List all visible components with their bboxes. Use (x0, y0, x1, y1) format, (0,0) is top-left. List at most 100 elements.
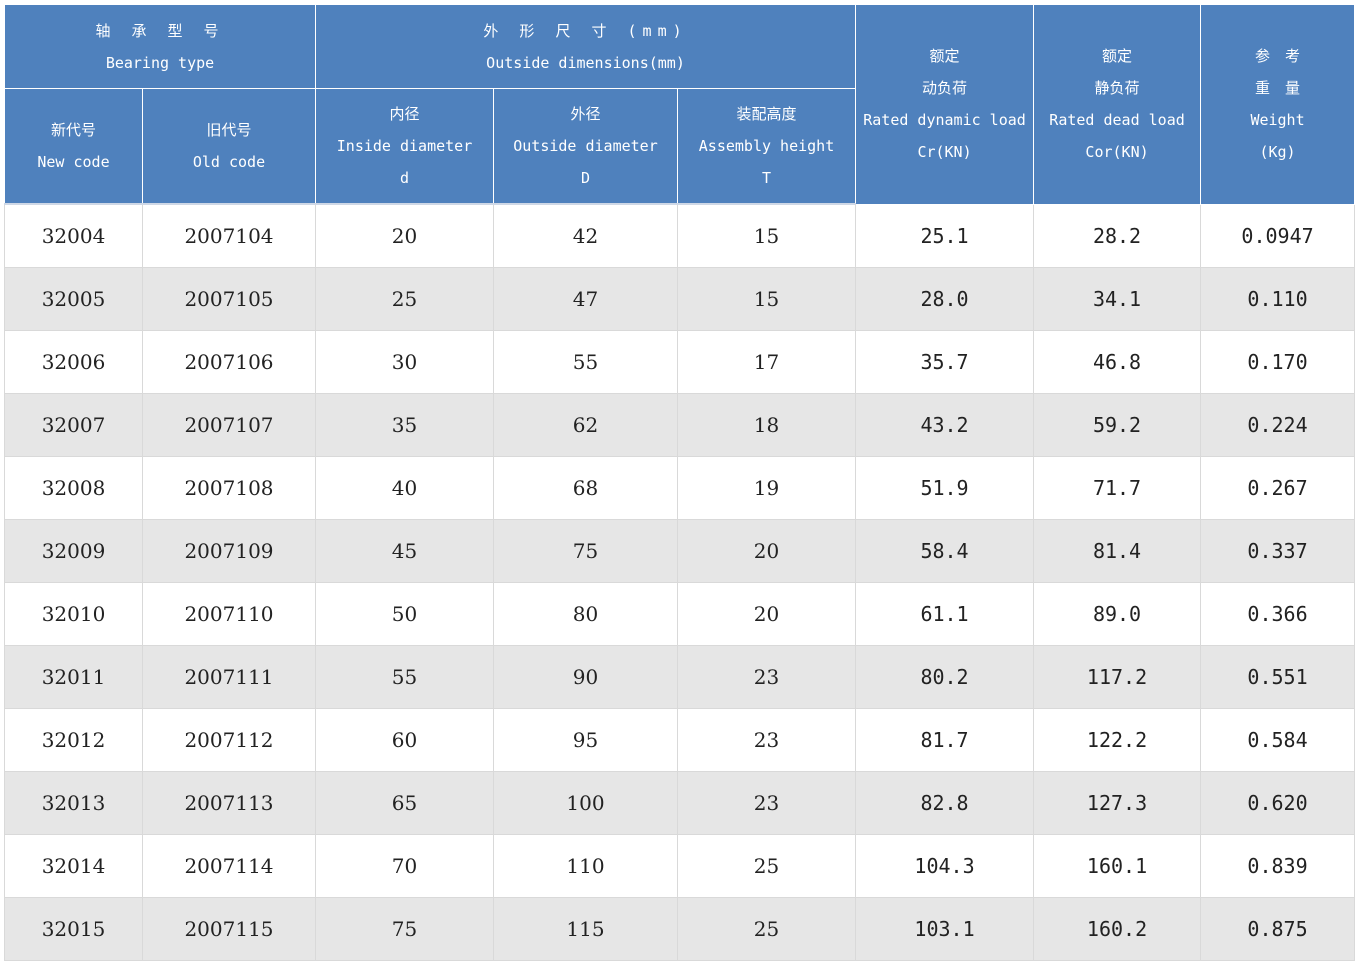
cell-new-code: 32015 (4, 897, 143, 961)
old-code-en: Old code (192, 153, 266, 171)
cell-weight: 0.267 (1200, 456, 1356, 520)
cell-old-code: 2007107 (142, 393, 316, 457)
cell-old-code: 2007108 (142, 456, 316, 520)
cell-dynamic-load: 58.4 (855, 519, 1035, 583)
cell-assembly-height: 25 (676, 834, 857, 898)
cell-dynamic-load: 43.2 (855, 393, 1035, 457)
cell-dead-load: 28.2 (1033, 203, 1202, 268)
cell-inside-diameter: 40 (315, 456, 494, 520)
cell-new-code: 32008 (4, 456, 143, 520)
cell-new-code: 32014 (4, 834, 143, 898)
cell-inside-diameter: 25 (315, 267, 494, 331)
inside-cn: 内径 (389, 105, 420, 123)
dynamic-unit: Cr(KN) (917, 143, 972, 162)
cell-new-code: 32012 (4, 708, 143, 772)
cell-dynamic-load: 81.7 (855, 708, 1035, 772)
cell-old-code: 2007106 (142, 330, 316, 394)
cell-inside-diameter: 30 (315, 330, 494, 394)
table-row: 32014 2007114 70 110 25 104.3 160.1 0.839 (4, 834, 1356, 898)
dynamic-cn1: 额定 (929, 47, 960, 66)
header-bearing-type: 轴 承 型 号 Bearing type (4, 4, 316, 89)
table-row: 32006 2007106 30 55 17 35.7 46.8 0.170 (4, 330, 1356, 394)
outside-en: Outside diameter (513, 137, 658, 155)
assembly-en: Assembly height (698, 137, 835, 155)
cell-dead-load: 71.7 (1033, 456, 1202, 520)
cell-outside-diameter: 47 (493, 267, 678, 331)
inside-en: Inside diameter (336, 137, 473, 155)
header-old-code: 旧代号 Old code (142, 88, 316, 205)
cell-outside-diameter: 90 (493, 645, 678, 709)
cell-inside-diameter: 75 (315, 897, 494, 961)
header-outside-diameter: 外径 Outside diameter D (493, 88, 678, 205)
static-cn2: 静负荷 (1094, 79, 1140, 98)
cell-inside-diameter: 20 (315, 203, 494, 268)
dynamic-cn2: 动负荷 (922, 79, 968, 98)
cell-weight: 0.366 (1200, 582, 1356, 646)
cell-outside-diameter: 80 (493, 582, 678, 646)
dynamic-en: Rated dynamic load (863, 111, 1026, 130)
table-row: 32010 2007110 50 80 20 61.1 89.0 0.366 (4, 582, 1356, 646)
cell-dynamic-load: 104.3 (855, 834, 1035, 898)
cell-inside-diameter: 70 (315, 834, 494, 898)
cell-assembly-height: 19 (676, 456, 857, 520)
table-row: 32012 2007112 60 95 23 81.7 122.2 0.584 (4, 708, 1356, 772)
weight-unit: (Kg) (1259, 143, 1296, 162)
cell-assembly-height: 18 (676, 393, 857, 457)
cell-weight: 0.0947 (1200, 203, 1356, 268)
cell-old-code: 2007105 (142, 267, 316, 331)
cell-outside-diameter: 100 (493, 771, 678, 835)
cell-assembly-height: 25 (676, 897, 857, 961)
weight-cn1: 参 考 (1255, 47, 1301, 66)
cell-assembly-height: 15 (676, 267, 857, 331)
bearing-type-cn: 轴 承 型 号 (95, 21, 225, 40)
cell-old-code: 2007104 (142, 203, 316, 268)
cell-outside-diameter: 110 (493, 834, 678, 898)
cell-outside-diameter: 95 (493, 708, 678, 772)
cell-outside-diameter: 55 (493, 330, 678, 394)
cell-outside-diameter: 68 (493, 456, 678, 520)
cell-assembly-height: 20 (676, 519, 857, 583)
static-cn1: 额定 (1102, 47, 1133, 66)
cell-assembly-height: 17 (676, 330, 857, 394)
cell-new-code: 32004 (4, 203, 143, 268)
cell-dead-load: 46.8 (1033, 330, 1202, 394)
cell-outside-diameter: 115 (493, 897, 678, 961)
cell-dead-load: 122.2 (1033, 708, 1202, 772)
cell-dead-load: 89.0 (1033, 582, 1202, 646)
table-row: 32015 2007115 75 115 25 103.1 160.2 0.875 (4, 897, 1356, 961)
cell-inside-diameter: 65 (315, 771, 494, 835)
cell-new-code: 32006 (4, 330, 143, 394)
cell-assembly-height: 23 (676, 708, 857, 772)
cell-dead-load: 160.2 (1033, 897, 1202, 961)
cell-dynamic-load: 35.7 (855, 330, 1035, 394)
weight-cn2: 重 量 (1255, 79, 1301, 98)
cell-dead-load: 59.2 (1033, 393, 1202, 457)
cell-dead-load: 81.4 (1033, 519, 1202, 583)
cell-dynamic-load: 61.1 (855, 582, 1035, 646)
cell-new-code: 32011 (4, 645, 143, 709)
cell-new-code: 32007 (4, 393, 143, 457)
cell-old-code: 2007111 (142, 645, 316, 709)
header-rated-dynamic-load: 额定 动负荷 Rated dynamic load Cr(KN) (855, 4, 1035, 205)
assembly-sym: T (762, 169, 772, 187)
table-row: 32004 2007104 20 42 15 25.1 28.2 0.0947 (4, 203, 1356, 268)
bearing-table: 轴 承 型 号 Bearing type 外 形 尺 寸 (mm) Outsid… (4, 4, 1356, 961)
static-unit: Cor(KN) (1085, 143, 1149, 162)
cell-dynamic-load: 28.0 (855, 267, 1035, 331)
new-code-en: New code (37, 153, 110, 171)
header-weight: 参 考 重 量 Weight (Kg) (1200, 4, 1356, 205)
table-row: 32011 2007111 55 90 23 80.2 117.2 0.551 (4, 645, 1356, 709)
assembly-cn: 装配高度 (736, 105, 797, 123)
cell-weight: 0.337 (1200, 519, 1356, 583)
cell-outside-diameter: 62 (493, 393, 678, 457)
cell-new-code: 32009 (4, 519, 143, 583)
cell-weight: 0.839 (1200, 834, 1356, 898)
cell-old-code: 2007109 (142, 519, 316, 583)
cell-weight: 0.224 (1200, 393, 1356, 457)
inside-sym: d (399, 169, 410, 187)
table-row: 32007 2007107 35 62 18 43.2 59.2 0.224 (4, 393, 1356, 457)
header-assembly-height: 装配高度 Assembly height T (676, 88, 857, 205)
cell-dead-load: 160.1 (1033, 834, 1202, 898)
cell-weight: 0.584 (1200, 708, 1356, 772)
cell-dead-load: 127.3 (1033, 771, 1202, 835)
